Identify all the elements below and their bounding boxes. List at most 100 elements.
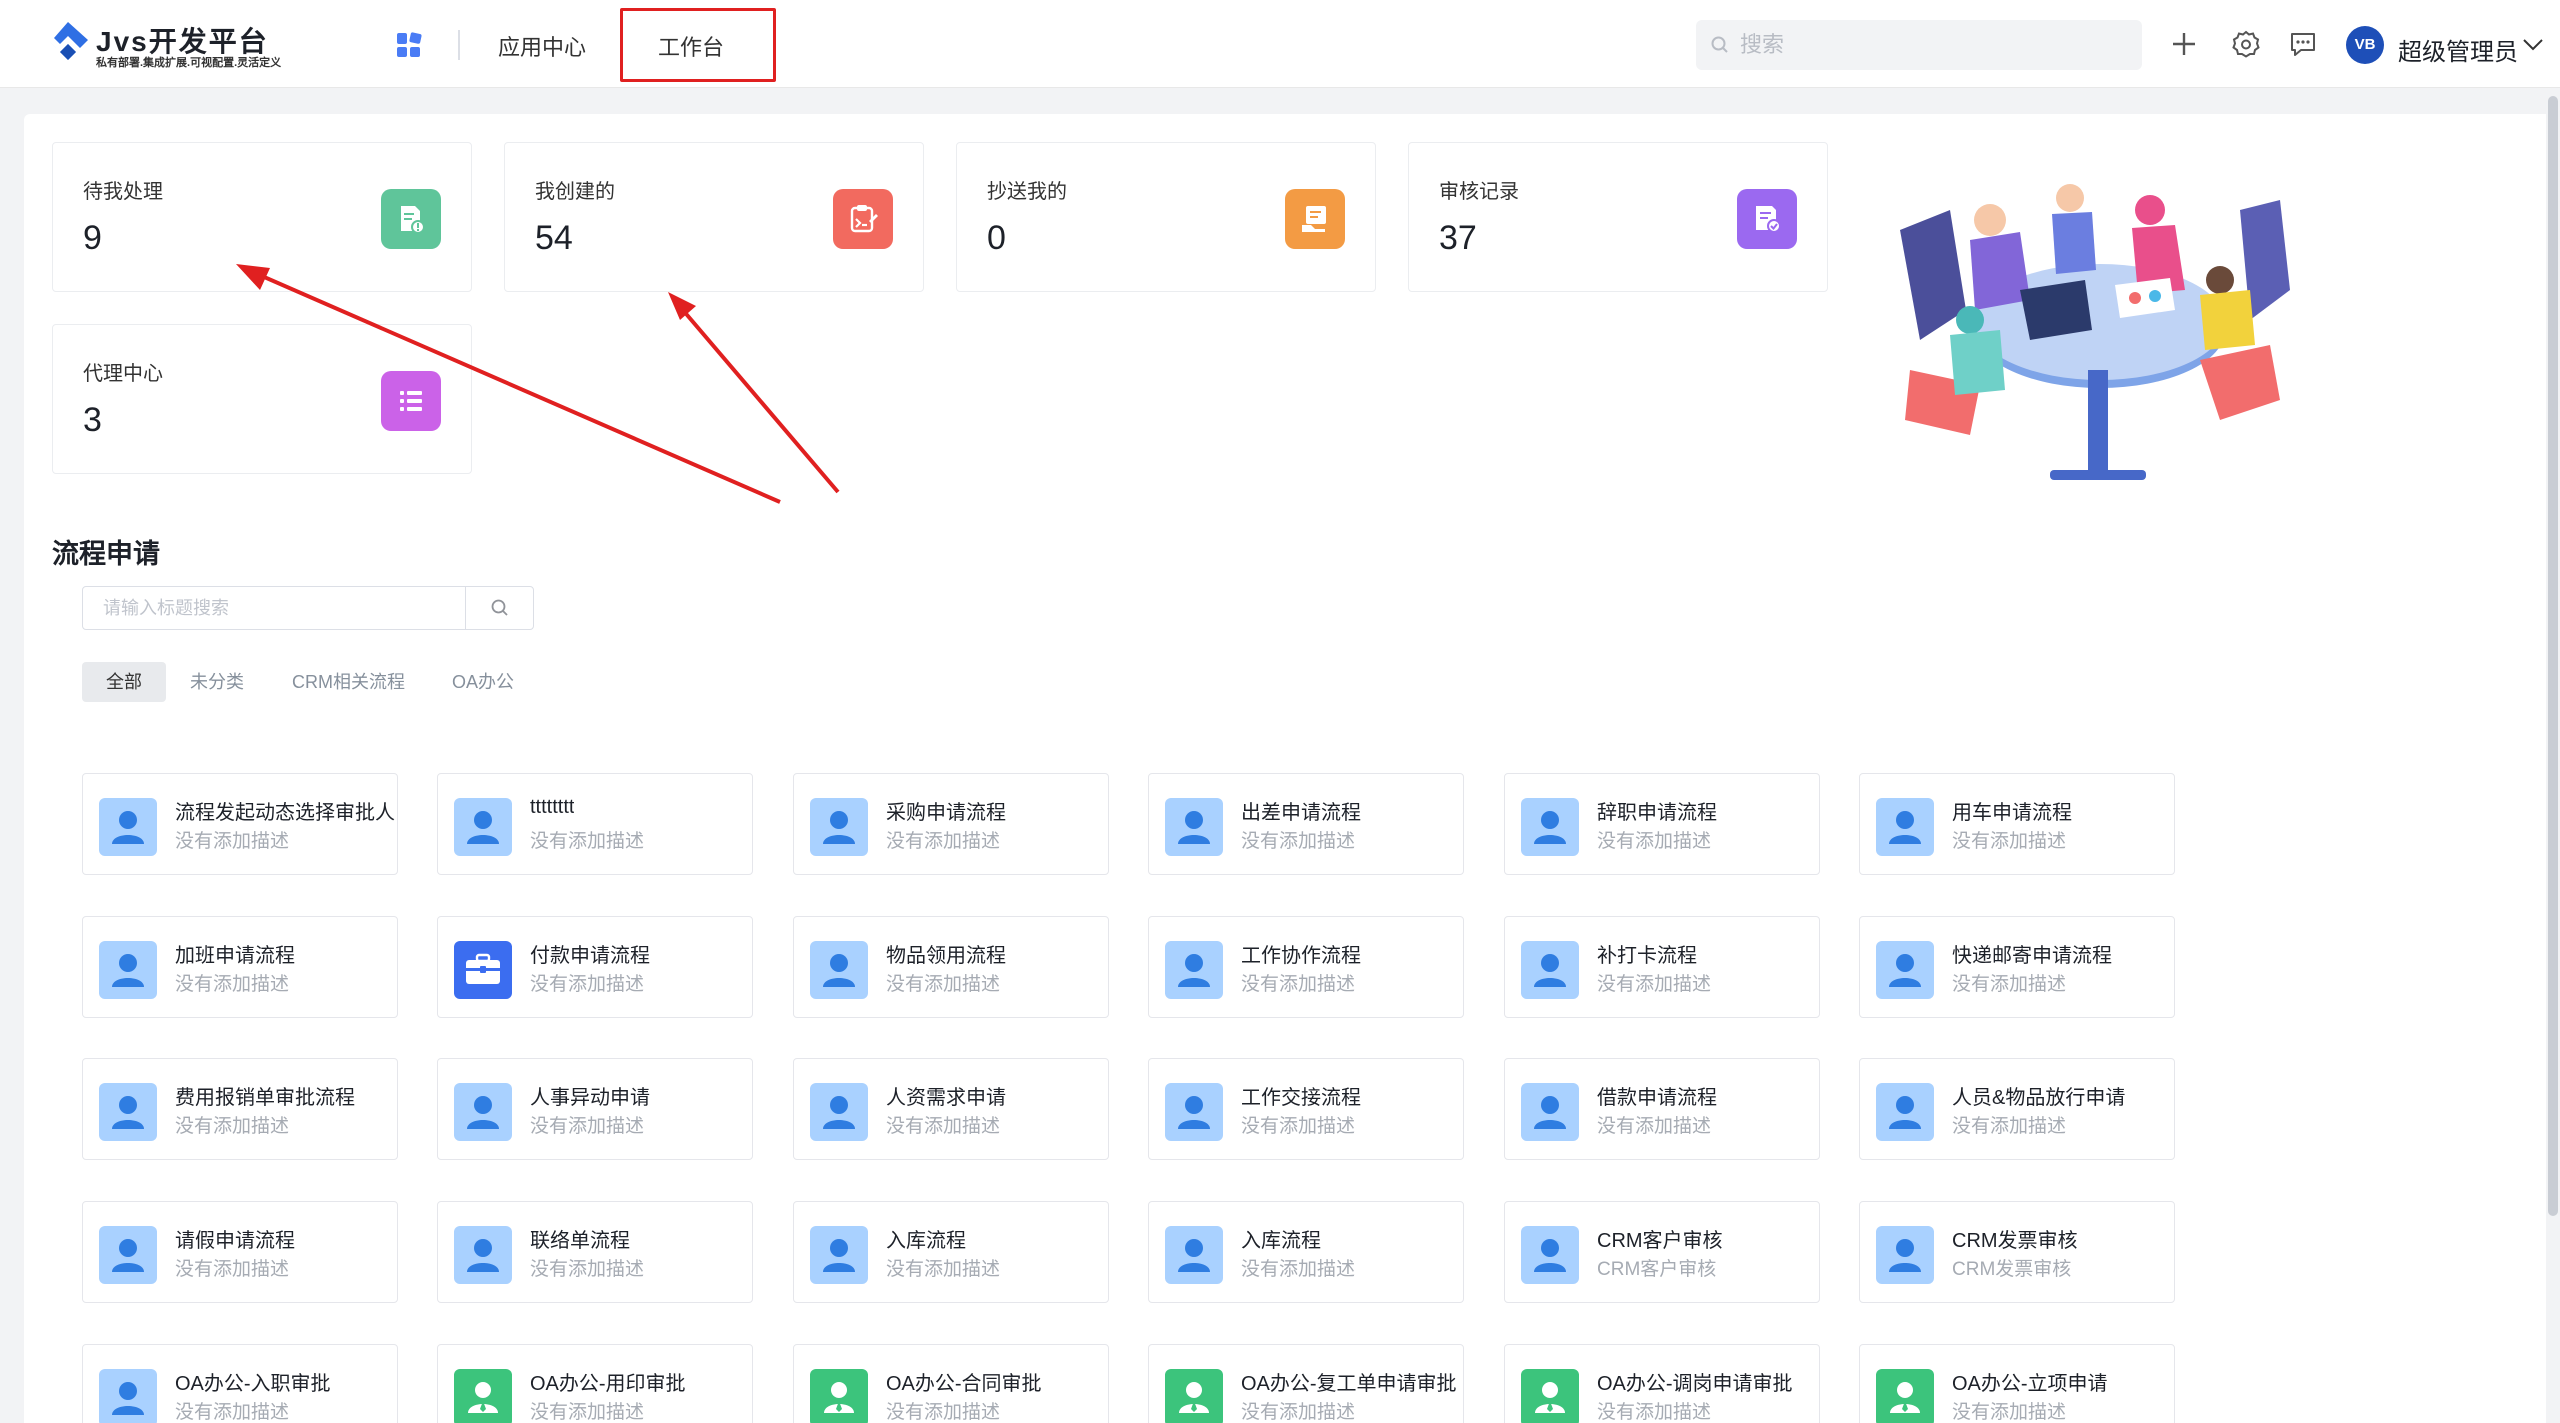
process-card[interactable]: 物品领用流程 没有添加描述 [793, 916, 1109, 1018]
process-card-title: CRM客户审核 [1597, 1230, 1723, 1252]
process-card[interactable]: CRM客户审核 CRM客户审核 [1504, 1201, 1820, 1303]
nav-workbench[interactable]: 工作台 [658, 30, 724, 62]
process-card[interactable]: tttttttt 没有添加描述 [437, 773, 753, 875]
user-icon [810, 1226, 868, 1284]
user-icon [99, 1083, 157, 1141]
process-card-title: OA办公-调岗申请审批 [1597, 1373, 1793, 1395]
process-card-title: 借款申请流程 [1597, 1087, 1717, 1109]
process-search[interactable] [82, 586, 534, 630]
process-card-desc: CRM发票审核 [1952, 1259, 2072, 1280]
search-icon [1711, 36, 1728, 53]
global-search-input[interactable] [1740, 28, 2120, 62]
process-card[interactable]: 人事异动申请 没有添加描述 [437, 1058, 753, 1160]
process-card[interactable]: 加班申请流程 没有添加描述 [82, 916, 398, 1018]
process-card-desc: 没有添加描述 [1597, 831, 1712, 852]
tab-crm[interactable]: CRM相关流程 [292, 662, 405, 702]
process-card-title: 入库流程 [1241, 1230, 1321, 1252]
process-card-title: OA办公-用印审批 [530, 1373, 686, 1395]
user-avatar[interactable]: VB [2346, 26, 2384, 64]
stat-card-created[interactable]: 我创建的 54 [504, 142, 924, 292]
process-card[interactable]: 请假申请流程 没有添加描述 [82, 1201, 398, 1303]
process-card-desc: 没有添加描述 [1597, 974, 1712, 995]
stat-card-cc[interactable]: 抄送我的 0 [956, 142, 1376, 292]
nav-divider [458, 30, 460, 60]
process-card-title: tttttttt [530, 796, 575, 818]
gear-icon[interactable] [2230, 28, 2262, 60]
process-search-input[interactable] [103, 593, 473, 623]
process-card[interactable]: 工作交接流程 没有添加描述 [1148, 1058, 1464, 1160]
process-card[interactable]: OA办公-复工单申请审批 没有添加描述 [1148, 1344, 1464, 1423]
process-card[interactable]: OA办公-调岗申请审批 没有添加描述 [1504, 1344, 1820, 1423]
stat-card-audit[interactable]: 审核记录 37 [1408, 142, 1828, 292]
process-card-title: 人事异动申请 [530, 1087, 650, 1109]
process-section-title: 流程申请 [52, 539, 160, 569]
process-card-title: 工作协作流程 [1241, 945, 1361, 967]
staff-icon [454, 1369, 512, 1423]
process-card[interactable]: 用车申请流程 没有添加描述 [1859, 773, 2175, 875]
process-card-desc: 没有添加描述 [175, 1116, 290, 1137]
global-search[interactable] [1696, 20, 2142, 70]
staff-icon [1521, 1369, 1579, 1423]
process-card[interactable]: 人员&物品放行申请 没有添加描述 [1859, 1058, 2175, 1160]
process-card[interactable]: OA办公-立项申请 没有添加描述 [1859, 1344, 2175, 1423]
logo[interactable]: Jvs开发平台 私有部署.集成扩展.可视配置.灵活定义 [46, 18, 306, 70]
tab-oa[interactable]: OA办公 [452, 662, 514, 702]
process-card[interactable]: OA办公-合同审批 没有添加描述 [793, 1344, 1109, 1423]
plus-icon[interactable] [2168, 28, 2200, 60]
process-card[interactable]: CRM发票审核 CRM发票审核 [1859, 1201, 2175, 1303]
process-card[interactable]: 入库流程 没有添加描述 [793, 1201, 1109, 1303]
process-card-title: OA办公-复工单申请审批 [1241, 1373, 1457, 1395]
process-card[interactable]: 工作协作流程 没有添加描述 [1148, 916, 1464, 1018]
process-card[interactable]: 出差申请流程 没有添加描述 [1148, 773, 1464, 875]
chevron-down-icon[interactable] [2522, 38, 2544, 52]
nav-app-center[interactable]: 应用中心 [498, 30, 586, 62]
tab-uncategorized[interactable]: 未分类 [190, 662, 244, 702]
user-icon [1876, 1226, 1934, 1284]
process-card[interactable]: 付款申请流程 没有添加描述 [437, 916, 753, 1018]
stat-label: 审核记录 [1439, 181, 1519, 203]
process-card[interactable]: 费用报销单审批流程 没有添加描述 [82, 1058, 398, 1160]
process-card-title: 采购申请流程 [886, 802, 1006, 824]
process-card-desc: 没有添加描述 [1241, 1116, 1356, 1137]
apps-grid-icon[interactable] [396, 32, 422, 58]
stat-card-pending[interactable]: 待我处理 9 [52, 142, 472, 292]
process-card[interactable]: OA办公-入职审批 没有添加描述 [82, 1344, 398, 1423]
process-card-desc: 没有添加描述 [1241, 1259, 1356, 1280]
process-card-desc: 没有添加描述 [1952, 974, 2067, 995]
process-card[interactable]: 补打卡流程 没有添加描述 [1504, 916, 1820, 1018]
stat-value: 9 [83, 219, 102, 257]
logo-mark-icon [50, 22, 88, 60]
process-card-title: OA办公-立项申请 [1952, 1373, 2108, 1395]
process-card[interactable]: 流程发起动态选择审批人 没有添加描述 [82, 773, 398, 875]
process-card-desc: 没有添加描述 [530, 1402, 645, 1423]
process-card-desc: 没有添加描述 [1952, 1116, 2067, 1137]
stat-card-agent[interactable]: 代理中心 3 [52, 324, 472, 474]
stat-value: 3 [83, 401, 102, 439]
process-card-desc: 没有添加描述 [886, 831, 1001, 852]
top-header: Jvs开发平台 私有部署.集成扩展.可视配置.灵活定义 应用中心 工作台 VB … [0, 0, 2560, 88]
process-card-title: 辞职申请流程 [1597, 802, 1717, 824]
process-card[interactable]: 人资需求申请 没有添加描述 [793, 1058, 1109, 1160]
process-card-title: 工作交接流程 [1241, 1087, 1361, 1109]
process-card[interactable]: 辞职申请流程 没有添加描述 [1504, 773, 1820, 875]
process-card[interactable]: OA办公-用印审批 没有添加描述 [437, 1344, 753, 1423]
process-card[interactable]: 联络单流程 没有添加描述 [437, 1201, 753, 1303]
process-card[interactable]: 借款申请流程 没有添加描述 [1504, 1058, 1820, 1160]
edit-document-icon [833, 189, 893, 249]
process-card[interactable]: 快递邮寄申请流程 没有添加描述 [1859, 916, 2175, 1018]
scrollbar-thumb[interactable] [2548, 96, 2558, 1216]
stat-label: 待我处理 [83, 181, 163, 203]
message-icon[interactable] [2287, 28, 2319, 60]
process-card[interactable]: 采购申请流程 没有添加描述 [793, 773, 1109, 875]
process-card-title: 人资需求申请 [886, 1087, 1006, 1109]
tab-all[interactable]: 全部 [82, 662, 166, 702]
user-name[interactable]: 超级管理员 [2398, 32, 2518, 67]
process-card[interactable]: 入库流程没有添加描述 [1148, 1201, 1464, 1303]
user-icon [1165, 1226, 1223, 1284]
stat-value: 37 [1439, 219, 1477, 257]
process-card-title: 入库流程 [886, 1230, 966, 1252]
search-icon [491, 599, 508, 616]
process-card-title: 出差申请流程 [1241, 802, 1361, 824]
process-search-button[interactable] [465, 587, 533, 629]
stat-value: 0 [987, 219, 1006, 257]
